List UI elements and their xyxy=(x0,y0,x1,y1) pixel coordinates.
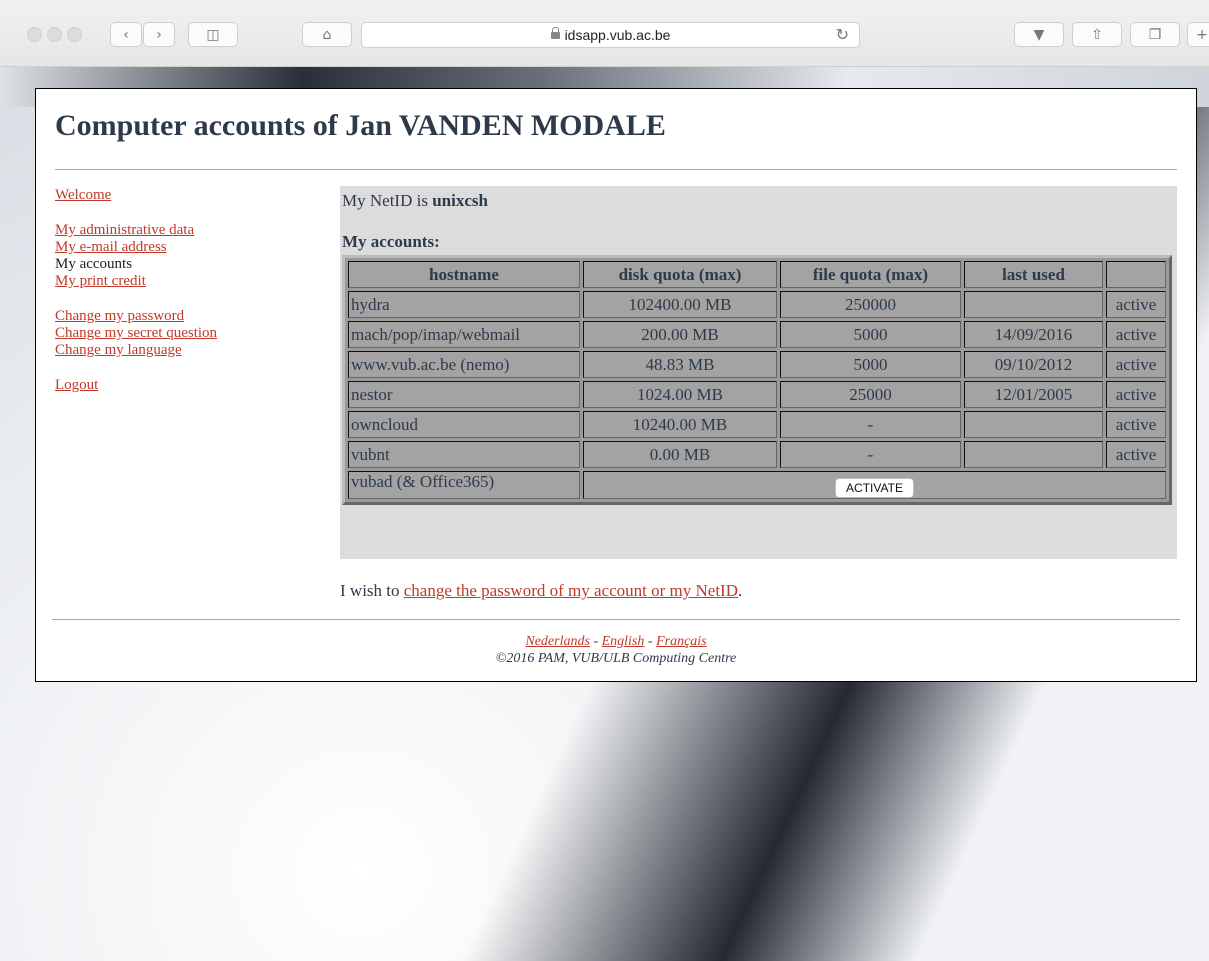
cell-status: active xyxy=(1106,441,1166,468)
activate-cell: ACTIVATE xyxy=(583,471,1166,499)
cell-status: active xyxy=(1106,321,1166,348)
cell-hostname: mach/pop/imap/webmail xyxy=(348,321,580,348)
column-header-file-quota: file quota (max) xyxy=(780,261,961,288)
reload-icon[interactable]: ↻ xyxy=(836,25,849,44)
cell-hostname: www.vub.ac.be (nemo) xyxy=(348,351,580,378)
header-divider xyxy=(55,169,1177,170)
cell-status: active xyxy=(1106,381,1166,408)
cell-last-used: 09/10/2012 xyxy=(964,351,1103,378)
address-bar[interactable]: idsapp.vub.ac.be ↻ xyxy=(361,22,860,48)
netid-value: unixcsh xyxy=(432,191,488,210)
url-text: idsapp.vub.ac.be xyxy=(564,27,671,43)
column-header-last-used: last used xyxy=(964,261,1103,288)
cell-file-quota: 5000 xyxy=(780,321,961,348)
nav-change-language-link[interactable]: Change my language xyxy=(55,342,217,359)
cell-file-quota: - xyxy=(780,441,961,468)
download-icon[interactable]: ▼ xyxy=(1014,22,1064,47)
nav-admin-data-link[interactable]: My administrative data xyxy=(55,222,217,239)
cell-last-used xyxy=(964,291,1103,318)
cell-disk-quota: 0.00 MB xyxy=(583,441,777,468)
cell-disk-quota: 102400.00 MB xyxy=(583,291,777,318)
window-minimize-dot[interactable] xyxy=(47,27,62,42)
footer-divider xyxy=(52,619,1180,620)
nav-change-password-link[interactable]: Change my password xyxy=(55,308,217,325)
sidebar-icon[interactable]: ◫ xyxy=(188,22,238,47)
cell-last-used: 12/01/2005 xyxy=(964,381,1103,408)
new-tab-icon[interactable]: + xyxy=(1187,22,1209,47)
nav-welcome-link[interactable]: Welcome xyxy=(55,187,217,204)
cell-last-used xyxy=(964,441,1103,468)
window-zoom-dot[interactable] xyxy=(67,27,82,42)
browser-toolbar: ‹ › ◫ ⌂ idsapp.vub.ac.be ↻ ▼ ⇧ ❐ + xyxy=(0,0,1209,67)
column-header-hostname: hostname xyxy=(348,261,580,288)
cell-hostname: owncloud xyxy=(348,411,580,438)
cell-last-used: 14/09/2016 xyxy=(964,321,1103,348)
page-title: Computer accounts of Jan VANDEN MODALE xyxy=(55,109,666,142)
cell-last-used xyxy=(964,411,1103,438)
accounts-heading: My accounts: xyxy=(342,232,440,251)
lock-icon xyxy=(550,27,560,39)
netid-line: My NetID is unixcsh xyxy=(342,191,488,210)
nav-accounts-current: My accounts xyxy=(55,256,133,272)
copyright-text: ©2016 PAM, VUB/ULB Computing Centre xyxy=(495,651,737,666)
cell-hostname: vubad (& Office365) xyxy=(348,471,580,499)
accounts-panel: My NetID is unixcsh My accounts: hostnam… xyxy=(340,186,1177,559)
cell-disk-quota: 10240.00 MB xyxy=(583,411,777,438)
lang-english-link[interactable]: English xyxy=(602,634,645,649)
cell-disk-quota: 1024.00 MB xyxy=(583,381,777,408)
cell-file-quota: 25000 xyxy=(780,381,961,408)
back-icon[interactable]: ‹ xyxy=(110,22,142,47)
language-links: Nederlands - English - Français xyxy=(525,634,707,649)
cell-hostname: hydra xyxy=(348,291,580,318)
nav-print-credit-link[interactable]: My print credit xyxy=(55,273,217,290)
sidebar-nav: Welcome My administrative data My e-mail… xyxy=(55,187,217,394)
cell-file-quota: - xyxy=(780,411,961,438)
cell-disk-quota: 200.00 MB xyxy=(583,321,777,348)
lang-francais-link[interactable]: Français xyxy=(656,634,707,649)
table-header-row: hostname disk quota (max) file quota (ma… xyxy=(348,261,1166,288)
wish-line: I wish to change the password of my acco… xyxy=(340,581,743,600)
table-row: vubad (& Office365) ACTIVATE xyxy=(348,471,1166,499)
cell-hostname: nestor xyxy=(348,381,580,408)
nav-change-secret-link[interactable]: Change my secret question xyxy=(55,325,217,342)
column-header-disk-quota: disk quota (max) xyxy=(583,261,777,288)
cell-hostname: vubnt xyxy=(348,441,580,468)
change-password-link[interactable]: change the password of my account or my … xyxy=(404,581,738,600)
page-container: Computer accounts of Jan VANDEN MODALE W… xyxy=(35,88,1197,682)
table-row: hydra 102400.00 MB 250000 active xyxy=(348,291,1166,318)
cell-file-quota: 5000 xyxy=(780,351,961,378)
nav-logout-link[interactable]: Logout xyxy=(55,377,217,394)
table-row: vubnt 0.00 MB - active xyxy=(348,441,1166,468)
cell-status: active xyxy=(1106,351,1166,378)
column-header-status xyxy=(1106,261,1166,288)
forward-icon[interactable]: › xyxy=(143,22,175,47)
table-row: mach/pop/imap/webmail 200.00 MB 5000 14/… xyxy=(348,321,1166,348)
cell-status: active xyxy=(1106,411,1166,438)
table-row: www.vub.ac.be (nemo) 48.83 MB 5000 09/10… xyxy=(348,351,1166,378)
table-row: nestor 1024.00 MB 25000 12/01/2005 activ… xyxy=(348,381,1166,408)
accounts-table: hostname disk quota (max) file quota (ma… xyxy=(342,255,1172,505)
window-close-dot[interactable] xyxy=(27,27,42,42)
home-icon[interactable]: ⌂ xyxy=(302,22,352,47)
table-row: owncloud 10240.00 MB - active xyxy=(348,411,1166,438)
cell-status: active xyxy=(1106,291,1166,318)
cell-disk-quota: 48.83 MB xyxy=(583,351,777,378)
lang-nederlands-link[interactable]: Nederlands xyxy=(525,634,590,649)
nav-email-link[interactable]: My e-mail address xyxy=(55,239,217,256)
tabs-icon[interactable]: ❐ xyxy=(1130,22,1180,47)
activate-button[interactable]: ACTIVATE xyxy=(835,478,914,498)
footer: Nederlands - English - Français ©2016 PA… xyxy=(36,633,1196,667)
cell-file-quota: 250000 xyxy=(780,291,961,318)
share-icon[interactable]: ⇧ xyxy=(1072,22,1122,47)
